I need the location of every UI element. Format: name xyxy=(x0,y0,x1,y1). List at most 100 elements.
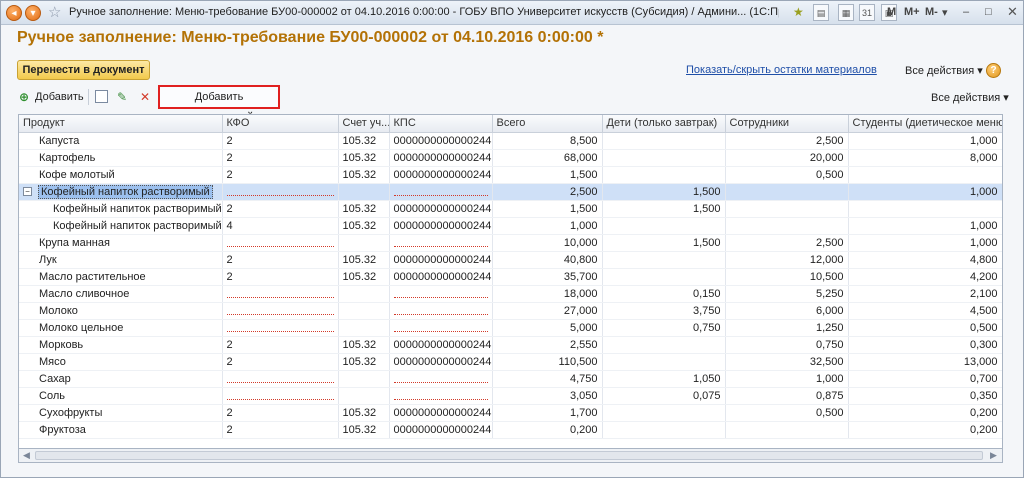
cell-students[interactable] xyxy=(848,166,1002,184)
table-row[interactable]: Масло сливочное 18,000 0,150 5,250 2,100 xyxy=(19,285,1002,303)
cell-students[interactable]: 8,000 xyxy=(848,149,1002,167)
cell-total[interactable]: 0,200 xyxy=(492,421,603,439)
cell-product[interactable]: Масло сливочное xyxy=(19,285,223,303)
cell-account[interactable]: 105.32 xyxy=(338,421,390,439)
cell-product[interactable]: Морковь xyxy=(19,336,223,354)
cell-kps[interactable]: 0000000000000244 xyxy=(389,217,493,235)
cell-students[interactable]: 13,000 xyxy=(848,353,1002,371)
cell-product[interactable]: Молоко xyxy=(19,302,223,320)
cell-account[interactable]: 105.32 xyxy=(338,200,390,218)
collapse-minus-icon[interactable]: − xyxy=(23,187,32,197)
cell-account[interactable]: 105.32 xyxy=(338,353,390,371)
document-icon[interactable]: ▤ xyxy=(813,4,829,21)
cell-students[interactable]: 2,100 xyxy=(848,285,1002,303)
cell-staff[interactable] xyxy=(725,217,849,235)
cell-total[interactable]: 1,500 xyxy=(492,200,603,218)
add-subordinate-button[interactable]: Добавить подчиненный xyxy=(158,85,280,123)
cell-children[interactable] xyxy=(602,251,726,269)
cell-kps[interactable]: 0000000000000244 xyxy=(389,200,493,218)
cell-kps[interactable] xyxy=(389,370,493,388)
cell-account[interactable]: 105.32 xyxy=(338,149,390,167)
add-plus-icon[interactable]: ⊕ xyxy=(19,90,29,104)
scrollbar-thumb[interactable] xyxy=(35,451,983,460)
scroll-left-icon[interactable]: ◀ xyxy=(23,450,30,461)
cell-total[interactable]: 2,500 xyxy=(492,183,603,201)
cell-total[interactable]: 1,700 xyxy=(492,404,603,422)
cell-product[interactable]: Кофейный напиток растворимый xyxy=(19,200,223,218)
cell-children[interactable] xyxy=(602,336,726,354)
cell-staff[interactable]: 0,750 xyxy=(725,336,849,354)
table-row[interactable]: Лук 2 105.32 0000000000000244 40,800 12,000 4,… xyxy=(19,251,1002,269)
cell-children[interactable]: 0,075 xyxy=(602,387,726,405)
cell-students[interactable]: 0,350 xyxy=(848,387,1002,405)
table-row[interactable]: Сахар 4,750 1,050 1,000 0,700 xyxy=(19,370,1002,388)
cell-account[interactable] xyxy=(338,234,390,252)
add-button[interactable]: Добавить xyxy=(35,91,84,103)
cell-total[interactable]: 1,000 xyxy=(492,217,603,235)
cell-kfo[interactable] xyxy=(222,183,339,201)
table-row[interactable]: Молоко 27,000 3,750 6,000 4,500 xyxy=(19,302,1002,320)
cell-kfo[interactable] xyxy=(222,234,339,252)
cell-kfo[interactable]: 2 xyxy=(222,132,339,150)
cell-kps[interactable]: 0000000000000244 xyxy=(389,421,493,439)
table-row[interactable]: Крупа манная 10,000 1,500 2,500 1,000 xyxy=(19,234,1002,252)
favorites-icon[interactable]: ★ xyxy=(793,4,804,21)
cell-staff[interactable]: 0,500 xyxy=(725,404,849,422)
cell-students[interactable]: 1,000 xyxy=(848,183,1002,201)
cell-staff[interactable]: 2,500 xyxy=(725,234,849,252)
edit-pencil-icon[interactable]: ✎ xyxy=(117,90,127,104)
cell-kfo[interactable]: 2 xyxy=(222,336,339,354)
cell-account[interactable]: 105.32 xyxy=(338,336,390,354)
all-actions-menu-table[interactable]: Все действия ▾ xyxy=(931,91,1009,104)
cell-account[interactable]: 105.32 xyxy=(338,132,390,150)
cell-staff[interactable] xyxy=(725,421,849,439)
cell-children[interactable] xyxy=(602,217,726,235)
cell-children[interactable]: 1,050 xyxy=(602,370,726,388)
back-arrow-icon[interactable]: ◂ xyxy=(6,5,22,21)
cell-kps[interactable]: 0000000000000244 xyxy=(389,336,493,354)
cell-students[interactable] xyxy=(848,200,1002,218)
cell-staff[interactable]: 1,250 xyxy=(725,319,849,337)
scroll-right-icon[interactable]: ▶ xyxy=(990,450,997,461)
cell-kfo[interactable] xyxy=(222,302,339,320)
cell-product[interactable]: Молоко цельное xyxy=(19,319,223,337)
cell-children[interactable] xyxy=(602,353,726,371)
cell-kfo[interactable]: 2 xyxy=(222,166,339,184)
horizontal-scrollbar[interactable]: ◀ ▶ xyxy=(18,448,1003,463)
cell-kfo[interactable]: 2 xyxy=(222,251,339,269)
cell-staff[interactable] xyxy=(725,200,849,218)
cell-kfo[interactable] xyxy=(222,285,339,303)
cell-children[interactable] xyxy=(602,404,726,422)
cell-total[interactable]: 68,000 xyxy=(492,149,603,167)
cell-kfo[interactable]: 2 xyxy=(222,353,339,371)
cell-students[interactable]: 0,300 xyxy=(848,336,1002,354)
cell-account[interactable] xyxy=(338,183,390,201)
memory-minus-button[interactable]: M- xyxy=(925,6,938,18)
table-row[interactable]: Кофейный напиток растворимый 4 105.32 00000… xyxy=(19,217,1002,235)
cell-account[interactable] xyxy=(338,302,390,320)
table-row[interactable]: Молоко цельное 5,000 0,750 1,250 0,500 xyxy=(19,319,1002,337)
column-header[interactable]: КПС xyxy=(389,115,493,133)
cell-kps[interactable] xyxy=(389,183,493,201)
maximize-icon[interactable]: □ xyxy=(985,6,992,18)
cell-staff[interactable]: 0,500 xyxy=(725,166,849,184)
cell-account[interactable]: 105.32 xyxy=(338,404,390,422)
cell-total[interactable]: 1,500 xyxy=(492,166,603,184)
cell-total[interactable]: 2,550 xyxy=(492,336,603,354)
cell-product[interactable]: Картофель xyxy=(19,149,223,167)
cell-students[interactable]: 4,200 xyxy=(848,268,1002,286)
cell-students[interactable]: 4,800 xyxy=(848,251,1002,269)
cell-kfo[interactable]: 4 xyxy=(222,217,339,235)
cell-total[interactable]: 18,000 xyxy=(492,285,603,303)
cell-students[interactable]: 0,200 xyxy=(848,404,1002,422)
memory-m-button[interactable]: M xyxy=(887,6,896,18)
cell-product[interactable]: Крупа манная xyxy=(19,234,223,252)
cell-kfo[interactable]: 2 xyxy=(222,149,339,167)
cell-product[interactable]: Соль xyxy=(19,387,223,405)
table-row[interactable]: Капуста 2 105.32 0000000000000244 8,500 2,500… xyxy=(19,132,1002,150)
table-row[interactable]: Мясо 2 105.32 0000000000000244 110,500 32,500… xyxy=(19,353,1002,371)
cell-kfo[interactable]: 2 xyxy=(222,200,339,218)
cell-kfo[interactable] xyxy=(222,370,339,388)
cell-staff[interactable]: 20,000 xyxy=(725,149,849,167)
table-row[interactable]: Соль 3,050 0,075 0,875 0,350 xyxy=(19,387,1002,405)
